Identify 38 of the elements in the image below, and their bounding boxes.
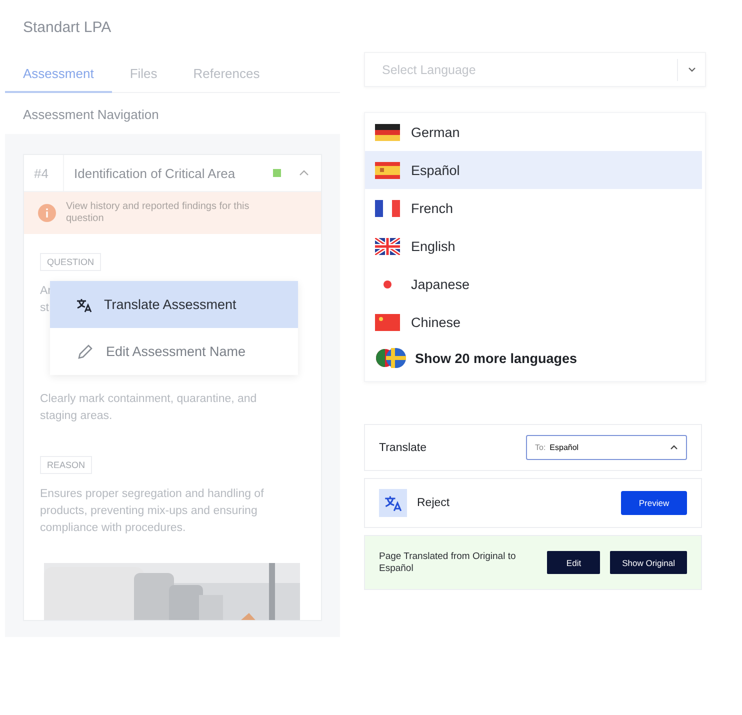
notice-text: View history and reported findings for this question [66,201,250,225]
question-title: Identification of Critical Area [73,166,236,180]
question-text: Ar [40,284,52,299]
menu-item[interactable]: Edit Assessment Name [50,328,298,375]
language-option[interactable]: French [365,189,702,227]
chevron-down-icon [688,67,696,72]
translate-icon [384,494,402,512]
globe-flags-icon [375,348,407,368]
section-title: Assessment Navigation [22,106,160,124]
chevron-icon[interactable] [299,170,309,176]
target-language-select[interactable]: To: Español [526,435,687,460]
language-option[interactable]: English [365,227,702,265]
more-languages-link[interactable]: Show 20 more languages [365,341,705,375]
pencil-icon [76,342,94,360]
flag-icon [375,238,400,254]
language-option[interactable]: German [365,113,702,151]
question-text: st [40,301,49,316]
reject-label: Reject [417,497,451,509]
preview-button[interactable]: Preview [621,491,687,515]
flag-icon [375,200,400,216]
translate-label: Translate [379,442,428,454]
flag-icon [375,124,400,140]
menu-item[interactable]: Translate Assessment [50,281,298,328]
language-option[interactable]: Chinese [365,303,702,341]
reason-text: Ensures proper segregation and handling of products, preventing mix-ups and ensuring compliance with procedures. [40,487,265,536]
answer-text: Clearly mark containment, quarantine, and staging areas. [40,392,258,424]
banner-button[interactable]: Show Original [610,551,687,574]
language-option[interactable]: Español [365,151,702,189]
translate-icon [76,296,92,312]
banner-button[interactable]: Edit [547,551,600,574]
language-option[interactable]: Japanese [365,265,702,303]
page-title: Standart LPA [22,18,112,38]
translated-message: Page Translated from Original to Español [379,551,517,574]
flag-icon [375,314,400,330]
info-icon [38,204,56,222]
question-label: QUESTION [40,253,102,271]
flag-icon [375,162,400,178]
reason-label: REASON [40,456,92,474]
